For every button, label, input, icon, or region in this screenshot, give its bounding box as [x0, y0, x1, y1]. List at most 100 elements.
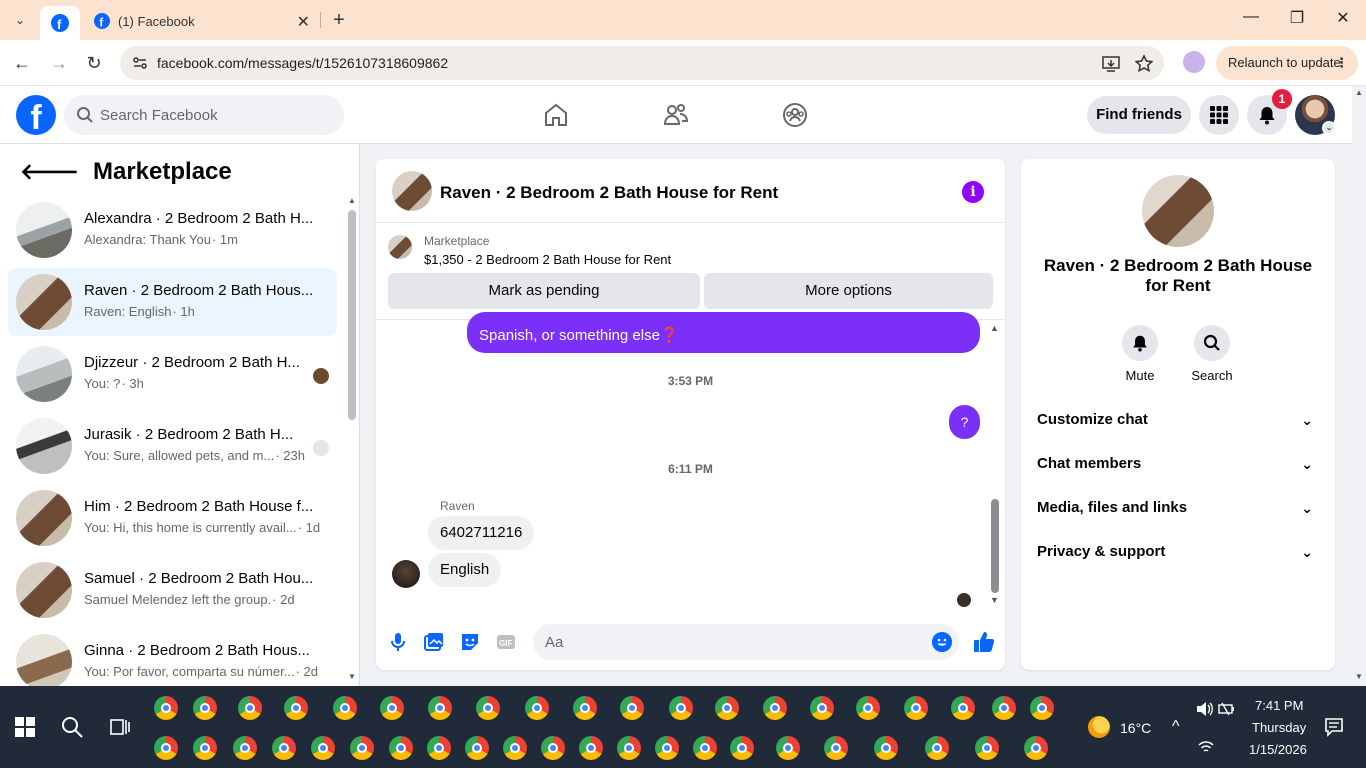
emoji-icon[interactable]: [932, 632, 952, 652]
taskbar-app-icon[interactable]: [380, 696, 404, 720]
conversation-row[interactable]: Raven · 2 Bedroom 2 Bath Hous... Raven: E…: [8, 268, 337, 336]
weather-temp[interactable]: 16°C: [1120, 720, 1151, 736]
media-files-links-row[interactable]: Media, files and links ⌄: [1037, 486, 1319, 530]
scroll-down-arrow[interactable]: ▼: [348, 672, 356, 681]
forward-button[interactable]: →: [48, 52, 70, 74]
taskbar-app-icon[interactable]: [541, 736, 565, 760]
listing-thumbnail[interactable]: [392, 171, 432, 211]
sender-avatar[interactable]: [392, 560, 420, 588]
taskbar-app-icon[interactable]: [193, 736, 217, 760]
list-scrollbar[interactable]: [348, 210, 356, 420]
conversation-row[interactable]: Him · 2 Bedroom 2 Bath House f... You: Hi…: [8, 484, 337, 552]
search-input[interactable]: [100, 95, 330, 135]
bookmark-star-icon[interactable]: [1134, 54, 1154, 74]
chat-members-row[interactable]: Chat members ⌄: [1037, 442, 1319, 486]
taskbar-app-icon[interactable]: [904, 696, 928, 720]
taskbar-app-icon[interactable]: [154, 696, 178, 720]
privacy-support-row[interactable]: Privacy & support ⌄: [1037, 530, 1319, 574]
tab-facebook[interactable]: f (1) Facebook ✕: [84, 6, 320, 36]
facebook-logo-icon[interactable]: f: [16, 95, 56, 135]
groups-icon[interactable]: [781, 101, 809, 129]
taskbar-app-icon[interactable]: [284, 696, 308, 720]
outgoing-message[interactable]: ?: [949, 405, 980, 439]
chevron-up-icon[interactable]: ^: [1172, 718, 1180, 736]
taskbar-app-icon[interactable]: [350, 736, 374, 760]
taskbar-app-icon[interactable]: [617, 736, 641, 760]
listing-price[interactable]: $1,350 - 2 Bedroom 2 Bath House for Rent: [424, 252, 671, 267]
taskbar-app-icon[interactable]: [428, 696, 452, 720]
taskbar-app-icon[interactable]: [620, 696, 644, 720]
close-tab-icon[interactable]: ✕: [297, 12, 310, 32]
photo-icon[interactable]: [423, 631, 445, 653]
taskbar-app-icon[interactable]: [925, 736, 949, 760]
browser-menu-icon[interactable]: ⋮: [1335, 46, 1348, 80]
thumbs-up-icon[interactable]: [972, 630, 996, 654]
address-bar[interactable]: facebook.com/messages/t/1526107318609862: [120, 46, 1164, 80]
taskbar-app-icon[interactable]: [874, 736, 898, 760]
mute-button[interactable]: Mute: [1110, 325, 1170, 383]
chat-scrollbar[interactable]: [991, 499, 999, 593]
menu-button[interactable]: [1199, 95, 1239, 135]
site-settings-icon[interactable]: [132, 55, 148, 71]
taskbar-search-icon[interactable]: [60, 715, 84, 739]
conversation-row[interactable]: Djizzeur · 2 Bedroom 2 Bath H... You: ?· …: [8, 340, 337, 408]
tab-facebook-pinned[interactable]: f: [40, 6, 80, 40]
taskbar-app-icon[interactable]: [669, 696, 693, 720]
restore-button[interactable]: ❐: [1282, 8, 1312, 28]
new-tab-button[interactable]: +: [328, 8, 350, 32]
microphone-icon[interactable]: [387, 631, 409, 653]
taskbar-app-icon[interactable]: [776, 736, 800, 760]
scroll-down-arrow[interactable]: ▼: [1355, 672, 1363, 681]
outgoing-message[interactable]: Spanish, or something else❓: [467, 312, 980, 353]
taskbar-app-icon[interactable]: [476, 696, 500, 720]
minimize-button[interactable]: —: [1236, 8, 1266, 26]
sticker-icon[interactable]: [459, 631, 481, 653]
taskbar-app-icon[interactable]: [810, 696, 834, 720]
search-in-chat-button[interactable]: Search: [1182, 325, 1242, 383]
page-scrollbar[interactable]: ▲ ▼: [1352, 86, 1366, 686]
listing-thumbnail[interactable]: [388, 235, 412, 259]
relaunch-button[interactable]: Relaunch to update ⋮: [1216, 46, 1358, 80]
clock-time[interactable]: 7:41 PM: [1255, 698, 1303, 713]
taskbar-app-icon[interactable]: [333, 696, 357, 720]
wifi-icon[interactable]: [1198, 740, 1214, 754]
clock-day[interactable]: Thursday: [1252, 720, 1306, 735]
scroll-up-arrow[interactable]: ▲: [1355, 88, 1363, 97]
taskbar-app-icon[interactable]: [730, 736, 754, 760]
taskbar-app-icon[interactable]: [975, 736, 999, 760]
taskbar-app-icon[interactable]: [193, 696, 217, 720]
taskbar-app-icon[interactable]: [503, 736, 527, 760]
listing-thumbnail[interactable]: [1142, 175, 1214, 247]
message-input-box[interactable]: [533, 624, 959, 660]
taskbar-app-icon[interactable]: [525, 696, 549, 720]
taskbar-app-icon[interactable]: [655, 736, 679, 760]
taskbar-app-icon[interactable]: [579, 736, 603, 760]
task-view-icon[interactable]: [109, 716, 131, 738]
taskbar-app-icon[interactable]: [763, 696, 787, 720]
battery-icon[interactable]: [1218, 701, 1236, 717]
taskbar-app-icon[interactable]: [1024, 736, 1048, 760]
taskbar-app-icon[interactable]: [154, 736, 178, 760]
install-app-icon[interactable]: [1101, 54, 1121, 74]
chat-title[interactable]: Raven · 2 Bedroom 2 Bath House for Rent: [440, 183, 778, 203]
taskbar-app-icon[interactable]: [465, 736, 489, 760]
scroll-up-arrow[interactable]: ▲: [348, 196, 356, 205]
back-arrow-icon[interactable]: 🡐: [20, 159, 79, 185]
gif-icon[interactable]: GIF: [495, 631, 517, 653]
windows-start-icon[interactable]: [15, 717, 35, 737]
taskbar-app-icon[interactable]: [233, 736, 257, 760]
taskbar-app-icon[interactable]: [238, 696, 262, 720]
incoming-message[interactable]: 6402711216: [428, 516, 535, 550]
volume-icon[interactable]: [1196, 701, 1214, 717]
taskbar-app-icon[interactable]: [951, 696, 975, 720]
taskbar-app-icon[interactable]: [1030, 696, 1054, 720]
more-options-button[interactable]: More options: [704, 273, 993, 309]
incoming-message[interactable]: English: [428, 553, 502, 587]
taskbar-app-icon[interactable]: [311, 736, 335, 760]
taskbar-app-icon[interactable]: [715, 696, 739, 720]
close-window-button[interactable]: ✕: [1328, 8, 1358, 28]
taskbar-app-icon[interactable]: [573, 696, 597, 720]
customize-chat-row[interactable]: Customize chat ⌄: [1037, 398, 1319, 442]
search-box[interactable]: [64, 95, 344, 135]
weather-icon[interactable]: [1088, 716, 1110, 738]
